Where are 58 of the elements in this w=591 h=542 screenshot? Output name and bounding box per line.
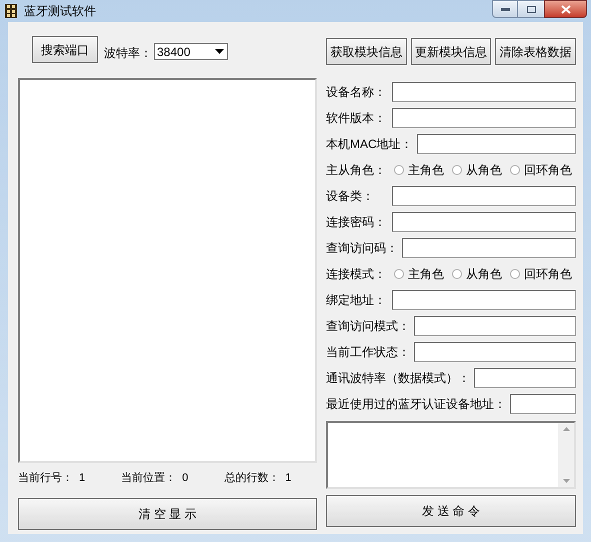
field-label: 最近使用过的蓝牙认证设备地址：: [326, 396, 506, 413]
field-label: 连接模式：: [326, 266, 387, 283]
field-label: 查询访问模式：: [326, 318, 410, 335]
radio-option[interactable]: 从角色: [452, 265, 502, 283]
baud-rate-dropdown[interactable]: 38400: [154, 43, 228, 60]
input-field[interactable]: [474, 368, 576, 388]
status-label: 总的行数：: [224, 471, 280, 484]
input-field[interactable]: [402, 238, 576, 258]
field-label: 通讯波特率（数据模式）：: [326, 370, 470, 387]
clear-display-button[interactable]: 清 空 显 示: [18, 498, 317, 530]
field-label: 连接密码：: [326, 214, 387, 231]
radio-option[interactable]: 主角色: [394, 161, 444, 179]
input-field[interactable]: [392, 290, 576, 310]
close-button[interactable]: [544, 0, 587, 18]
radio-option[interactable]: 回环角色: [510, 265, 572, 283]
action-button[interactable]: 获取模块信息: [326, 38, 407, 65]
status-label: 当前行号：: [18, 471, 73, 484]
radio-option[interactable]: 主角色: [394, 265, 444, 283]
status-value: 0: [182, 471, 188, 484]
field-label: 当前工作状态：: [326, 344, 410, 361]
field-label: 本机MAC地址：: [326, 136, 413, 153]
field-label: 设备名称：: [326, 84, 387, 101]
input-field[interactable]: [392, 212, 576, 232]
maximize-button[interactable]: [518, 0, 544, 18]
field-label: 绑定地址：: [326, 292, 387, 309]
baud-rate-label: 波特率：: [104, 45, 152, 62]
field-label: 查询访问码：: [326, 240, 398, 257]
send-command-button[interactable]: 发 送 命 令: [326, 495, 576, 527]
close-icon: [560, 4, 570, 14]
action-button[interactable]: 清除表格数据: [495, 38, 576, 65]
status-value: 1: [285, 471, 292, 484]
status-value: 1: [79, 471, 86, 484]
status-label: 当前位置：: [121, 471, 176, 484]
command-text-area[interactable]: [326, 421, 576, 489]
radio-button[interactable]: [452, 165, 462, 175]
input-field[interactable]: [392, 82, 576, 102]
radio-option[interactable]: 回环角色: [510, 161, 572, 179]
radio-option[interactable]: 从角色: [452, 161, 502, 179]
input-field[interactable]: [414, 316, 576, 336]
radio-button[interactable]: [452, 269, 462, 279]
app-icon: [4, 3, 18, 19]
radio-button[interactable]: [510, 165, 520, 175]
dropdown-arrow-icon: [215, 49, 224, 54]
radio-button[interactable]: [394, 269, 404, 279]
input-field[interactable]: [414, 342, 576, 362]
input-field[interactable]: [392, 108, 576, 128]
minimize-button[interactable]: [492, 0, 518, 18]
radio-button[interactable]: [394, 165, 404, 175]
search-port-button[interactable]: 搜索端口: [32, 36, 98, 63]
radio-button[interactable]: [510, 269, 520, 279]
field-label: 设备类：: [326, 188, 375, 205]
action-button[interactable]: 更新模块信息: [410, 38, 492, 65]
input-field[interactable]: [416, 134, 576, 154]
field-label: 主从角色：: [326, 162, 387, 179]
field-label: 软件版本：: [326, 110, 387, 127]
input-field[interactable]: [510, 394, 576, 414]
input-field[interactable]: [392, 186, 576, 206]
window-title: 蓝牙测试软件: [24, 3, 96, 20]
